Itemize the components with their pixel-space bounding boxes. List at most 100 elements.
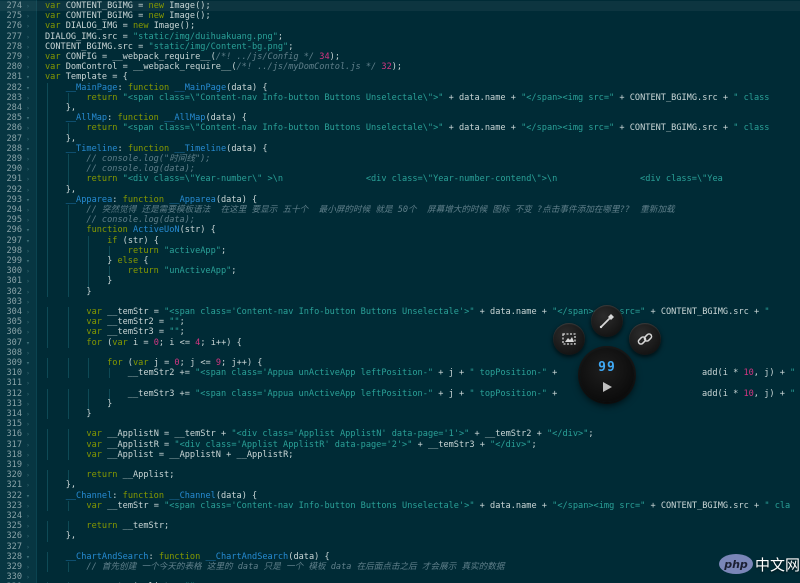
code-text: __ChartAndSearch: function __ChartAndSea… (65, 551, 330, 562)
counter-display: 99 (598, 360, 616, 375)
code-line[interactable]: 294 › // 突然觉得 还是需要模板语法 在这里 要显示 五十个 最小屏的时候… (0, 205, 800, 216)
screenshot-button[interactable] (553, 323, 585, 355)
code-line[interactable]: 304 › var __temStr = "<span class='Conten… (0, 307, 800, 318)
code-line[interactable]: 330 › (0, 572, 800, 582)
fold-arrow-icon[interactable]: ▾ (26, 491, 34, 501)
line-number: 326 (6, 531, 22, 542)
code-line[interactable]: 279 › var CONFIG = __webpack_require__(/*!… (0, 52, 800, 62)
code-line[interactable]: 283 › return "<span class=\"Content-nav I… (0, 92, 800, 103)
code-line[interactable]: 301 › } (0, 276, 800, 287)
line-number: 297 (6, 235, 22, 246)
code-line[interactable]: 319 › (0, 460, 800, 470)
code-text: } (45, 286, 92, 297)
code-line[interactable]: 322 ▾ __Channel: function __Channel(data)… (0, 490, 800, 501)
link-button[interactable] (629, 323, 661, 355)
code-line[interactable]: 305 › var __temStr2 = ""; (0, 317, 800, 328)
line-number: 303 (6, 296, 22, 307)
fold-arrow-icon[interactable]: ▾ (26, 552, 34, 562)
gutter-marker-icon: › (26, 22, 30, 31)
gutter-marker-icon: › (26, 328, 30, 337)
code-text: }, (45, 133, 77, 144)
code-line[interactable]: 312 › __temStr3 += "<span class='Appua un… (0, 388, 800, 399)
code-line[interactable]: 297 ▾ if (str) { (0, 235, 800, 246)
fold-arrow-icon[interactable]: ▾ (26, 338, 34, 348)
radial-hub-button[interactable]: 99 (580, 348, 634, 402)
code-line[interactable]: 300 › return "unActiveApp"; (0, 266, 800, 277)
code-line[interactable]: 278 › CONTENT_BGIMG.src = "static/img/Cont… (0, 42, 800, 52)
code-line[interactable]: 318 › var __Applist = __ApplistN + __Appl… (0, 449, 800, 460)
code-line[interactable]: 290 › // console.log(data); (0, 164, 800, 175)
code-line[interactable]: 326 › }, (0, 531, 800, 542)
code-line[interactable]: 311 › (0, 378, 800, 388)
code-line[interactable]: 289 › // console.log("时间线"); (0, 154, 800, 165)
code-line[interactable]: 307 ▾ for (var i = 0; i <= 4; i++) { (0, 337, 800, 348)
code-text: CONTENT_BGIMG.src = "static/img/Content-… (45, 41, 294, 52)
code-line[interactable]: 309 ▾ for (var j = 0; j <= 9; j++) { (0, 358, 800, 369)
code-line[interactable]: 275 › var CONTENT_BGIMG = new Image(); (0, 11, 800, 21)
code-editor[interactable]: 274 › var CONTENT_BGIMG = new Image(); 275 ›… (0, 0, 800, 583)
code-line[interactable]: 321 › }, (0, 480, 800, 491)
fold-arrow-icon[interactable]: ▾ (26, 72, 34, 82)
code-line[interactable]: 323 › var __temStr = "<span class='Conten… (0, 500, 800, 511)
fold-arrow-icon[interactable]: ▾ (26, 113, 34, 123)
code-line[interactable]: 285 ▾ __AllMap: function __AllMap(data) { (0, 113, 800, 124)
code-line[interactable]: 277 › DIALOG_IMG.src = "static/img/duihuak… (0, 32, 800, 42)
fold-arrow-icon[interactable]: ▾ (26, 195, 34, 205)
code-line[interactable]: 295 › // console.log(data); (0, 215, 800, 226)
code-line[interactable]: 327 › (0, 542, 800, 552)
code-line[interactable]: 320 › return __Applist; (0, 470, 800, 481)
code-line[interactable]: 328 ▾ __ChartAndSearch: function __ChartA… (0, 551, 800, 562)
code-line[interactable]: 317 › var __ApplistR = "<div class='Appli… (0, 439, 800, 450)
code-line[interactable]: 299 ▾ } else { (0, 256, 800, 267)
code-line[interactable]: 313 › } (0, 398, 800, 409)
gutter-marker-icon: › (26, 297, 30, 306)
code-line[interactable]: 316 › var __ApplistN = __temStr + "<div c… (0, 429, 800, 440)
fold-arrow-icon[interactable]: ▾ (26, 83, 34, 93)
code-line[interactable]: 303 › (0, 297, 800, 307)
code-line[interactable]: 302 › } (0, 286, 800, 297)
code-line[interactable]: 280 › var DomControl = __webpack_require__… (0, 62, 800, 72)
code-line[interactable]: 281 ▾ var Template = { (0, 72, 800, 82)
fold-arrow-icon[interactable]: ▾ (26, 358, 34, 368)
code-line[interactable]: 276 › var DIALOG_IMG = new Image(); (0, 21, 800, 31)
code-line[interactable]: 324 › (0, 511, 800, 521)
site-watermark: php 中文网 (718, 549, 800, 583)
code-line[interactable]: 286 › return "<span class=\"Content-nav I… (0, 123, 800, 134)
code-line[interactable]: 282 ▾ __MainPage: function __MainPage(dat… (0, 82, 800, 93)
color-picker-button[interactable] (591, 305, 623, 337)
line-number: 316 (6, 429, 22, 440)
code-line[interactable]: 288 ▾ __Timeline: function __Timeline(dat… (0, 143, 800, 154)
code-line[interactable]: 291 › return "<div class=\"Year-number\" … (0, 174, 800, 185)
code-line[interactable]: 310 › __temStr2 += "<span class='Appua un… (0, 368, 800, 379)
gutter-marker-icon: › (26, 155, 30, 163)
code-line[interactable]: 325 › return __temStr; (0, 521, 800, 532)
code-line[interactable]: 298 › return "activeApp"; (0, 245, 800, 256)
code-line[interactable]: 308 › (0, 348, 800, 358)
code-line[interactable]: 329 › // 首先创建 一个今天的表格 这里的 data 只是 一个 模板 d… (0, 562, 800, 573)
gutter-marker-icon: › (26, 2, 30, 10)
fold-arrow-icon[interactable]: ▾ (26, 144, 34, 154)
code-line[interactable]: 315 › (0, 419, 800, 429)
code-line[interactable]: 274 › var CONTENT_BGIMG = new Image(); (0, 1, 800, 12)
gutter-marker-icon: › (26, 63, 30, 72)
code-line[interactable]: 296 ▾ function ActiveUoN(str) { (0, 225, 800, 236)
line-number: 274 (6, 1, 22, 11)
code-text: __Channel: function __Channel(data) { (65, 490, 258, 501)
code-line[interactable]: 314 › } (0, 409, 800, 420)
code-line[interactable]: 293 ▾ __Apparea: function __Apparea(data)… (0, 194, 800, 205)
code-line[interactable]: 284 › }, (0, 103, 800, 114)
fold-arrow-icon[interactable]: ▾ (26, 256, 34, 266)
code-text: } (45, 276, 113, 287)
code-text: return __Applist; (86, 470, 175, 481)
line-number: 314 (6, 409, 22, 419)
fold-arrow-icon[interactable]: ▾ (26, 236, 34, 246)
gutter-marker-icon: › (26, 430, 30, 439)
fold-arrow-icon[interactable]: ▾ (26, 225, 34, 235)
code-line[interactable]: 287 › }, (0, 133, 800, 144)
code-text: return "<div class=\"Year-number\" >\n <… (86, 174, 723, 185)
line-number: 294 (6, 205, 22, 215)
line-number: 279 (6, 52, 22, 62)
code-text: // console.log(data); (86, 164, 196, 175)
code-line[interactable]: 292 › }, (0, 184, 800, 195)
code-line[interactable]: 306 › var __temStr3 = ""; (0, 327, 800, 338)
